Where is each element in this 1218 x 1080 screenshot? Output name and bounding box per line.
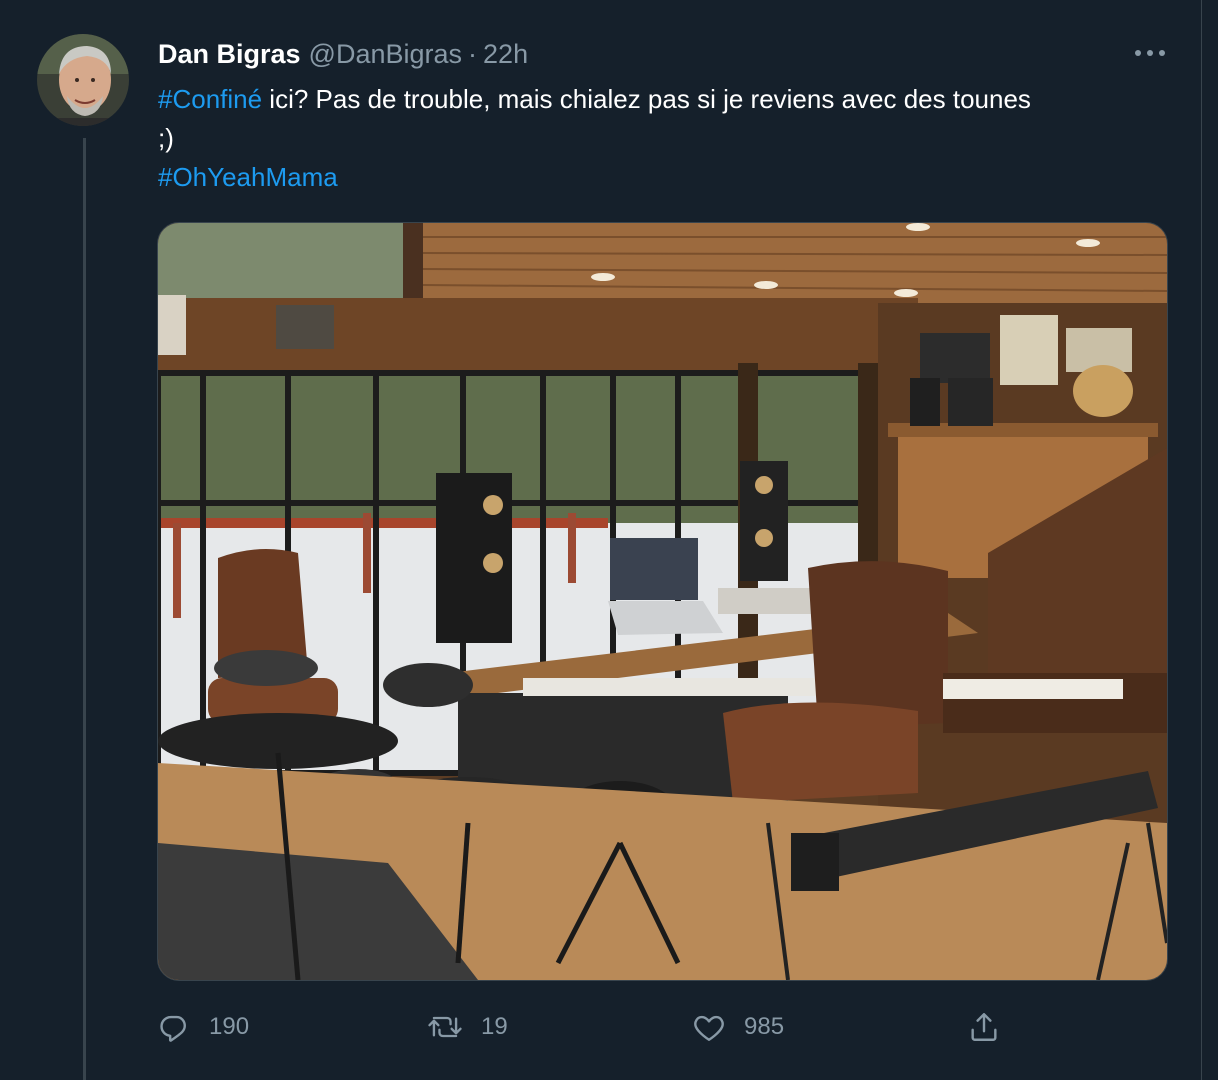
retweet-button[interactable]: 19 bbox=[427, 1005, 508, 1049]
author-name[interactable]: Dan Bigras bbox=[158, 39, 301, 70]
studio-photo bbox=[158, 223, 1167, 980]
thread-connector-line bbox=[83, 138, 86, 1080]
heart-icon bbox=[694, 1015, 724, 1041]
tweet-header: Dan Bigras @DanBigras · 22h bbox=[158, 37, 528, 71]
hashtag-ohyeahmama[interactable]: #OhYeahMama bbox=[158, 162, 338, 192]
tweet-text: #Confiné ici? Pas de trouble, mais chial… bbox=[158, 80, 1168, 197]
tweet-text-body: ici? Pas de trouble, mais chialez pas si… bbox=[262, 84, 1031, 114]
tweet-text-line-3: #OhYeahMama bbox=[158, 158, 1168, 197]
like-count: 985 bbox=[744, 1013, 785, 1040]
reply-button[interactable]: 190 bbox=[157, 1005, 249, 1049]
more-options-button[interactable] bbox=[1130, 38, 1170, 68]
tweet-media-photo[interactable] bbox=[157, 222, 1168, 981]
share-upload-icon bbox=[971, 1013, 997, 1041]
header-separator: · bbox=[468, 38, 478, 69]
tweet-timestamp[interactable]: 22h bbox=[483, 39, 528, 70]
tweet-action-bar: 190 19 985 bbox=[157, 1005, 1017, 1049]
hashtag-confine[interactable]: #Confiné bbox=[158, 84, 262, 114]
author-handle[interactable]: @DanBigras bbox=[309, 39, 462, 70]
reply-bubble-icon bbox=[160, 1015, 186, 1042]
avatar[interactable] bbox=[37, 34, 129, 126]
reply-count: 190 bbox=[209, 1013, 250, 1040]
tweet-text-line-1: #Confiné ici? Pas de trouble, mais chial… bbox=[158, 80, 1168, 119]
like-button[interactable]: 985 bbox=[692, 1005, 784, 1049]
avatar-image bbox=[37, 34, 129, 126]
retweet-icon bbox=[428, 1016, 462, 1038]
more-dots-icon bbox=[1135, 50, 1165, 56]
share-button[interactable] bbox=[967, 1005, 1001, 1049]
retweet-count: 19 bbox=[481, 1013, 508, 1040]
tweet-text-line-2: ;) bbox=[158, 123, 174, 153]
column-border bbox=[1201, 0, 1202, 1080]
